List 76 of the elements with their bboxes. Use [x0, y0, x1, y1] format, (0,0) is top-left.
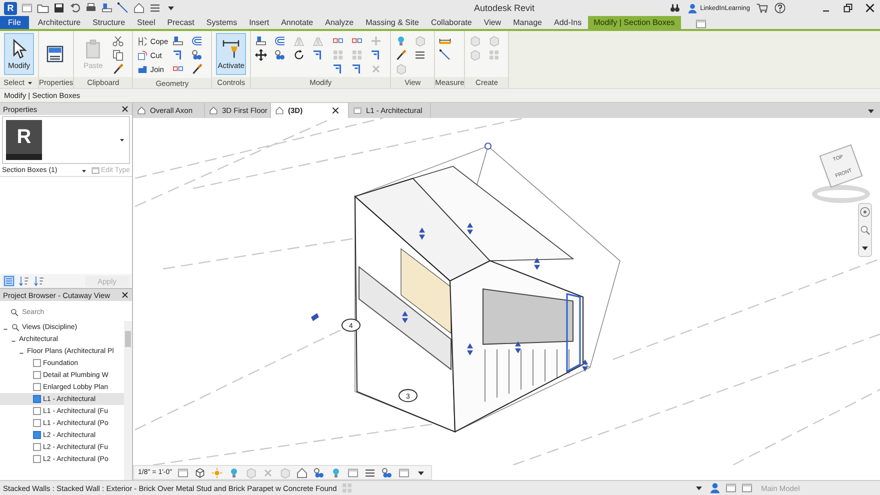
house-icon — [275, 106, 284, 115]
restore-icon[interactable] — [842, 2, 854, 14]
help-icon[interactable] — [774, 2, 786, 14]
ribbon-tab[interactable]: Collaborate — [424, 16, 478, 29]
person-icon — [687, 2, 698, 14]
ribbon-tab[interactable]: Precast — [161, 16, 200, 29]
lines-icon[interactable] — [414, 49, 426, 61]
window-icon — [90, 166, 100, 175]
ribbon-tab[interactable]: Systems — [200, 16, 244, 29]
open-icon[interactable] — [37, 2, 49, 14]
grid-bubble — [342, 318, 360, 332]
ribbon-tab[interactable]: Analyze — [319, 16, 360, 29]
plan-icon — [353, 106, 362, 115]
cut-icon — [137, 50, 148, 61]
scissors-icon[interactable] — [112, 35, 124, 47]
categorize-icon[interactable] — [3, 275, 15, 287]
level-marker-icon — [311, 313, 319, 322]
copy-icon[interactable] — [112, 49, 124, 61]
panel-toggle-icon[interactable] — [694, 18, 707, 30]
ribbon-tab[interactable]: View — [478, 16, 508, 29]
app-logo[interactable]: R — [4, 2, 17, 14]
offset-icon[interactable] — [274, 35, 286, 47]
ribbon-tab[interactable]: Add-Ins — [548, 16, 588, 29]
grid-bubble — [398, 389, 418, 402]
ribbon-tab[interactable]: Modify | Section Boxes — [588, 16, 681, 29]
zoom-icon[interactable] — [859, 224, 871, 236]
binoculars-icon[interactable] — [669, 2, 682, 14]
ribbon-tab[interactable]: Steel — [131, 16, 162, 29]
close-icon[interactable] — [864, 2, 876, 14]
close-icon[interactable] — [331, 106, 340, 115]
window-title: Autodesk Revit — [473, 3, 536, 13]
line-icon[interactable] — [117, 2, 129, 14]
caret-icon — [118, 136, 126, 144]
resize-handle[interactable] — [515, 341, 521, 354]
search-icon — [10, 308, 19, 316]
window-icon — [45, 44, 65, 64]
close-icon[interactable] — [121, 105, 129, 113]
cart-icon[interactable] — [756, 2, 768, 14]
ribbon-tab[interactable]: Annotate — [275, 16, 320, 29]
close-icon[interactable] — [121, 291, 129, 299]
join-icon — [137, 64, 148, 75]
ribbon-tab[interactable]: Manage — [507, 16, 548, 29]
steering-wheel-icon[interactable] — [859, 206, 871, 218]
brush-icon[interactable] — [112, 63, 124, 75]
align-icon[interactable] — [255, 35, 268, 47]
file-tab[interactable]: File — [0, 16, 29, 29]
print-icon[interactable] — [85, 2, 97, 14]
resize-handle[interactable] — [402, 311, 408, 324]
dimension-icon[interactable] — [439, 49, 452, 61]
undo-icon[interactable] — [69, 2, 81, 14]
resize-handle[interactable] — [419, 228, 425, 240]
ribbon-tab[interactable]: Insert — [243, 16, 276, 29]
copy-icon[interactable] — [274, 49, 286, 61]
scrollbar[interactable] — [124, 321, 132, 480]
brush-icon[interactable] — [395, 49, 408, 61]
ribbon-tab[interactable]: Structure — [86, 16, 132, 29]
resize-handle[interactable] — [534, 258, 540, 270]
move-icon[interactable] — [255, 49, 268, 61]
cope-icon — [137, 36, 148, 47]
house-icon — [137, 106, 146, 115]
rotate-icon[interactable] — [293, 49, 306, 61]
save-icon[interactable] — [53, 2, 65, 14]
visual-style-icon[interactable] — [194, 466, 206, 478]
resize-handle[interactable] — [467, 222, 473, 235]
navigation-bar[interactable] — [858, 203, 872, 257]
3d-view-icon[interactable] — [133, 2, 145, 14]
house-icon — [209, 106, 218, 115]
type-selector[interactable]: R — [2, 116, 130, 164]
window-icon[interactable] — [21, 2, 33, 14]
ribbon-tab[interactable]: Architecture — [32, 16, 87, 29]
resize-handle[interactable] — [467, 343, 473, 356]
sort-az-icon[interactable] — [18, 275, 30, 287]
sort-za-icon[interactable] — [33, 275, 45, 287]
type-image: R — [6, 120, 42, 160]
ribbon-tab[interactable]: Massing & Site — [360, 16, 425, 29]
rotate-handle[interactable] — [484, 142, 492, 150]
